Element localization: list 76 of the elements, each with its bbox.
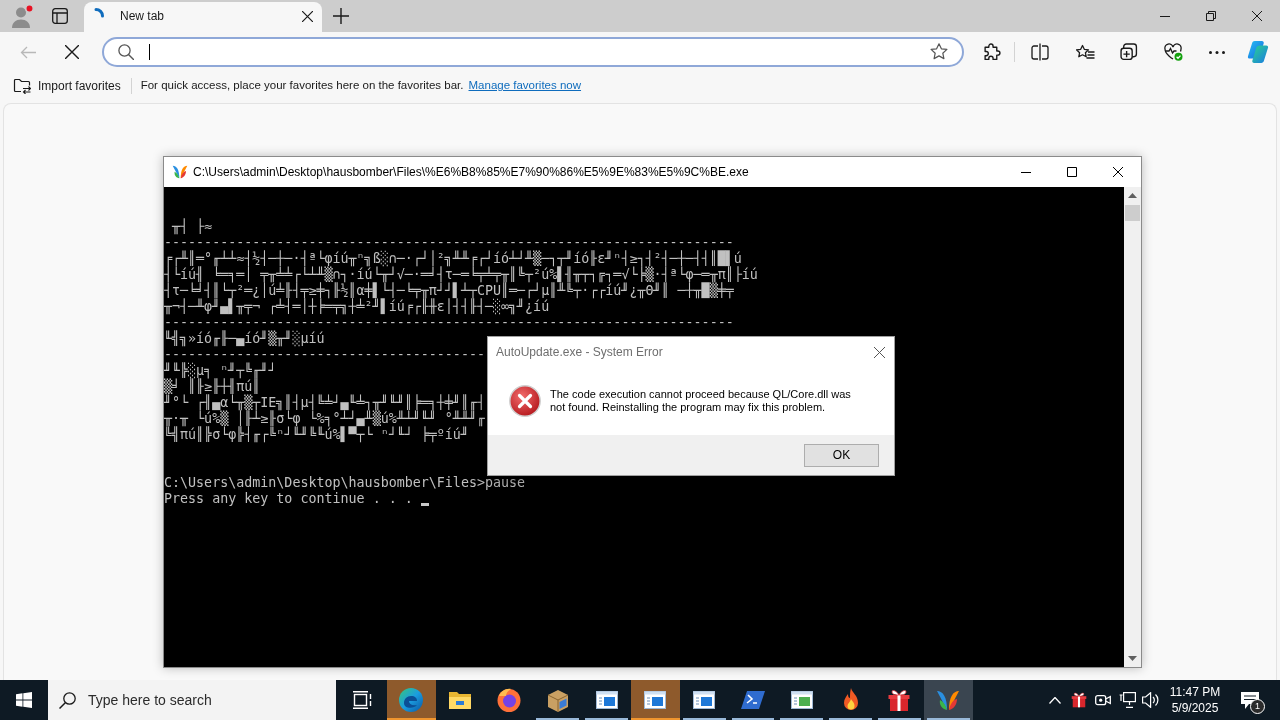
console-line: ┤└íú╢ ╘═╕═│ ╤╥╧╧┌└┴╨▒∩┐·íú└╥┘√─·═╛┤τ─═╘╤╧╤╥║╚┬²ú%▌╢╥┬┐╔┐═√└╞▒·┤ª└φ─═╥π║├íú (164, 267, 758, 283)
search-icon (59, 692, 76, 709)
flame-globe-icon (497, 688, 521, 712)
console-line: Press any key to continue . . . (164, 491, 413, 507)
console-line: ╜╙╠░µ╕ ⁿ╜┬╚╓╜┘ (164, 363, 277, 379)
console-line: ╥¬┤─╨φ╜▄▌╥╤¬ ┌╧┤═│┼╞═╤╗┼╧²╜▌íú╒┌╟╫ε│┤┤╟┤─░∞╗╜¿íú (164, 299, 550, 315)
split-screen-icon (1031, 43, 1049, 61)
console-line: ▒╛ ║╟≥╟┼╢πú║ (164, 379, 261, 394)
console-line: ----------------------------------------------------------------------- (164, 235, 734, 250)
console-line: ╚╣πú║╠σ└φ╠┤╓┌╚ⁿ┘╙╜╚╙ú%▌▀┬└ ⁿ┘╙┘ ╞╤ºíú╜ (164, 427, 469, 443)
taskbar-clock[interactable]: 11:47 PM 5/9/2025 (1163, 680, 1227, 720)
task-view-icon (351, 691, 372, 709)
folder-arrow-icon (13, 78, 31, 94)
close-icon (873, 346, 885, 358)
console-line: ╥┤ ├≈ (171, 219, 213, 235)
window-icon (594, 688, 619, 712)
favorites-bar-hint: For quick access, place your favorites here on the favorites bar. (140, 78, 464, 94)
notifications-button[interactable]: 1 (1230, 680, 1270, 720)
manage-favorites-link[interactable]: Manage favorites now (468, 77, 582, 95)
console-line: ╒┌╨║═°╓┴┴≈┤½┤─┼─·┤ª└φíú╥ⁿ╗ß░∩─·┌┘│²╗╨╨╒┌┘íó┴┘╨▒─┐┬╜íó╟ε╜ⁿ┤≥┐┤²┤─┼─┤┤║█▌ú (164, 251, 742, 267)
start-logo-icon (16, 692, 32, 708)
minimize-icon (1160, 15, 1170, 17)
close-icon (1113, 167, 1123, 177)
add-favorite-button[interactable] (930, 43, 948, 61)
search-icon (118, 44, 134, 60)
butterfly-icon (172, 164, 188, 180)
gift-icon (887, 688, 912, 712)
console-line: ╙╣╗»íó╓╟─▄íó╜▒╥╜░µíú (164, 331, 325, 347)
swirl-icon (399, 688, 424, 712)
chevron-up-icon (1049, 696, 1061, 704)
dialog-message: The code execution cannot proceed because QL/Core.dll was not found. Reinstalling the program may fix this problem. (550, 388, 851, 414)
browser-tab[interactable]: New tab (84, 2, 322, 32)
gift-icon (1071, 692, 1087, 708)
maximize-icon (1067, 167, 1077, 177)
minimize-icon (1021, 171, 1031, 173)
close-icon (1252, 11, 1262, 21)
puzzle-icon (983, 43, 1001, 61)
text-cursor (149, 44, 150, 60)
star-list-icon (1075, 44, 1095, 60)
more-icon (1209, 50, 1225, 54)
dialog-title: AutoUpdate.exe - System Error (496, 344, 664, 361)
scrollbar-thumb[interactable] (1125, 205, 1140, 221)
tab-panel-icon (52, 8, 68, 24)
plus-icon (333, 8, 349, 24)
error-icon (509, 385, 541, 417)
package-icon (545, 688, 570, 712)
console-line: ┤τ─╘╛┤║└┬²═¿│ú╧╟┤╤≥╪┐╟½║α╪▌└┤─╘╤╥π┘┘▌┴┬CPU║═─┌┘µ║╨╚┬·┌┌íú╜¿╥Θ╜║ ─┼╥█▒╪╤ (164, 283, 734, 299)
notification-count-badge: 1 (1250, 699, 1265, 714)
avatar-icon (10, 4, 34, 28)
heart-pulse-icon (1163, 43, 1183, 61)
window-icon (692, 688, 717, 712)
video-camera-icon (1095, 693, 1111, 707)
squares-plus-icon (1120, 43, 1138, 61)
taskbar-search-field[interactable]: Type here to search (48, 680, 336, 720)
form-window-icon (789, 688, 814, 712)
scrollbar[interactable] (1124, 187, 1141, 667)
star-icon (930, 43, 948, 61)
console-line: ╜°└ ┌╢▄α└╥▒┬IE╗║┤µ┤╚╧┘▄╙╧┐╥╜╙╜║╞═╕┼╪╜║╓┤ (164, 395, 485, 411)
swirl-logo-icon (1247, 41, 1269, 63)
console-line: ╥·╥ └ú%▒ │╟┴≥╟σ└φ └%╕°┴┘▄╨▒ú%╨┴╜╙╜ °╨╨╜╓ (164, 411, 485, 427)
dialog-button[interactable]: OK (804, 443, 879, 467)
import-favorites-button[interactable]: Import favorites (13, 77, 121, 95)
butterfly-icon (936, 688, 961, 712)
caret-up-icon (1128, 193, 1137, 198)
arrow-left-icon (20, 45, 36, 59)
console-line: ---------------------------------------- (164, 347, 485, 362)
console-line: ----------------------------------------------------------------------- (164, 315, 734, 330)
close-icon (301, 10, 313, 22)
terminal-icon (740, 688, 765, 712)
window-icon (643, 688, 668, 712)
restore-icon (1206, 11, 1216, 21)
window-title: C:\Users\admin\Desktop\hausbomber\Files\%E6%B8%85%E7%90%86%E5%9E%83%E5%9C%BE.exe (193, 164, 750, 181)
console-line: C:\Users\admin\Desktop\hausbomber\Files>pause (164, 475, 526, 491)
speaker-icon (1142, 692, 1160, 708)
caret-down-icon (1128, 656, 1137, 661)
network-monitor-icon (1118, 692, 1136, 708)
